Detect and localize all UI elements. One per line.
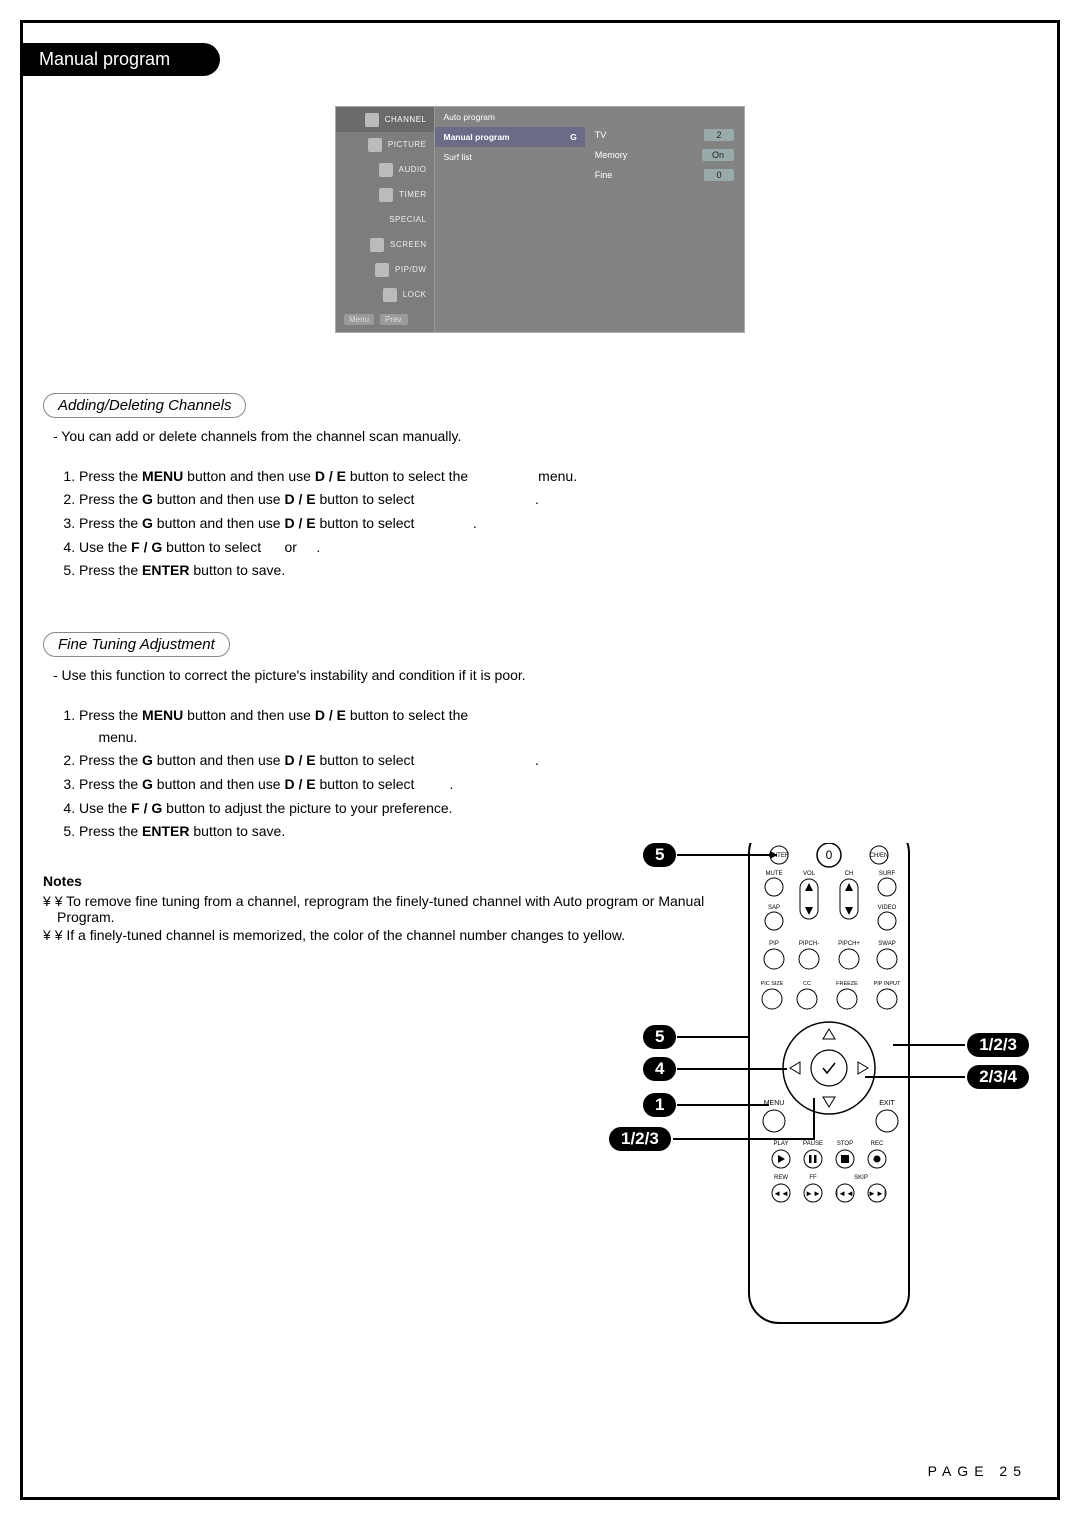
osd-fine-row: Fine0: [595, 165, 734, 185]
screen-icon: [370, 238, 384, 252]
section2-steps: Press the MENU button and then use D / E…: [53, 705, 743, 843]
section1-head: Adding/Deleting Channels: [43, 393, 246, 418]
lock-icon: [383, 288, 397, 302]
svg-text:EXIT: EXIT: [879, 1100, 895, 1107]
osd-cat-timer: TIMER: [336, 182, 434, 207]
timer-icon: [379, 188, 393, 202]
svg-text:PIC SIZE: PIC SIZE: [761, 981, 784, 987]
page-title: Manual program: [23, 43, 220, 76]
osd-tv-row: TV2: [595, 125, 734, 145]
audio-icon: [379, 163, 393, 177]
section-adding-deleting: Adding/Deleting Channels - You can add o…: [43, 383, 743, 582]
section1-steps: Press the MENU button and then use D / E…: [53, 466, 743, 582]
section2-intro: - Use this function to correct the pictu…: [53, 665, 743, 687]
callout-123-right: 1/2/3: [967, 1033, 1029, 1057]
osd-menu: CHANNEL PICTURE AUDIO TIMER SPECIAL SCRE…: [335, 106, 745, 333]
step: Press the ENTER button to save.: [79, 560, 743, 582]
step: Press the MENU button and then use D / E…: [79, 466, 743, 488]
osd-cat-screen: SCREEN: [336, 232, 434, 257]
osd-cat-audio: AUDIO: [336, 157, 434, 182]
callout-5-top: 5: [643, 843, 676, 867]
callout-123-left: 1/2/3: [609, 1127, 671, 1151]
step: Use the F / G button to select or .: [79, 537, 743, 559]
osd-memory-row: MemoryOn: [595, 145, 734, 165]
svg-text:SKIP: SKIP: [854, 1175, 868, 1181]
callout-4: 4: [643, 1057, 676, 1081]
svg-text:PIP INPUT: PIP INPUT: [874, 981, 901, 987]
remote-diagram: 5 5 4 1 1/2/3 1/2/3 2/3/4 ENTER 0 CH/EN: [609, 843, 1029, 1363]
channel-icon: [365, 113, 379, 127]
svg-text:CH/EN: CH/EN: [870, 853, 889, 859]
arrow-line: [677, 1036, 749, 1038]
osd-cat-channel: CHANNEL: [336, 107, 434, 132]
osd-left-col: CHANNEL PICTURE AUDIO TIMER SPECIAL SCRE…: [336, 107, 435, 332]
arrow-line: [673, 1138, 813, 1140]
osd-cat-picture: PICTURE: [336, 132, 434, 157]
arrow-line-v: [813, 1098, 815, 1140]
step: Use the F / G button to adjust the pictu…: [79, 798, 743, 820]
svg-text:VOL: VOL: [803, 871, 816, 877]
arrow-line: [677, 1068, 787, 1070]
svg-text:VIDEO: VIDEO: [878, 905, 897, 911]
page: Manual program CHANNEL PICTURE AUDIO TIM…: [20, 20, 1060, 1500]
page-number: PAGE 25: [928, 1463, 1027, 1479]
callout-5-mid: 5: [643, 1025, 676, 1049]
step: Press the G button and then use D / E bu…: [79, 489, 743, 511]
svg-text:SWAP: SWAP: [878, 941, 895, 947]
arrow-line: [677, 1104, 769, 1106]
svg-text:PAUSE: PAUSE: [803, 1141, 823, 1147]
section2-head: Fine Tuning Adjustment: [43, 632, 230, 657]
svg-text:►►|: ►►|: [868, 1189, 886, 1198]
svg-text:PIP: PIP: [769, 941, 779, 947]
svg-text:◄◄: ◄◄: [773, 1189, 789, 1198]
section-fine-tuning: Fine Tuning Adjustment - Use this functi…: [43, 622, 743, 843]
arrow-line: [893, 1044, 965, 1046]
step: Press the ENTER button to save.: [79, 821, 743, 843]
osd-cat-pipdw: PIP/DW: [336, 257, 434, 282]
osd-auto-program: Auto program: [435, 107, 584, 127]
svg-text:PIPCH-: PIPCH-: [799, 941, 819, 947]
osd-mid-col: Auto program Manual programG Surf list: [435, 107, 584, 332]
svg-text:CH: CH: [845, 871, 854, 877]
osd-right-col: TV2 MemoryOn Fine0: [585, 107, 744, 332]
svg-text:MUTE: MUTE: [766, 871, 783, 877]
svg-text:STOP: STOP: [837, 1141, 853, 1147]
svg-text:|◄◄: |◄◄: [836, 1189, 854, 1198]
svg-text:SURF: SURF: [879, 871, 896, 877]
svg-text:CC: CC: [803, 981, 811, 987]
osd-surf-list: Surf list: [435, 147, 584, 167]
step: Press the MENU button and then use D / E…: [79, 705, 743, 748]
svg-text:►►: ►►: [805, 1189, 821, 1198]
svg-text:PLAY: PLAY: [774, 1141, 789, 1147]
step: Press the G button and then use D / E bu…: [79, 774, 743, 796]
osd-manual-program: Manual programG: [435, 127, 584, 147]
callout-234-right: 2/3/4: [967, 1065, 1029, 1089]
callout-1: 1: [643, 1093, 676, 1117]
svg-text:REW: REW: [774, 1175, 788, 1181]
svg-text:FF: FF: [809, 1175, 817, 1181]
osd-cat-special: SPECIAL: [336, 207, 434, 232]
svg-text:0: 0: [826, 848, 833, 862]
svg-text:REC: REC: [871, 1141, 884, 1147]
pip-icon: [375, 263, 389, 277]
osd-menu-prev: MenuPrev.: [336, 307, 434, 332]
svg-text:SAP: SAP: [768, 905, 780, 911]
svg-text:FREEZE: FREEZE: [836, 981, 858, 987]
arrow-line: [865, 1076, 965, 1078]
svg-text:PIPCH+: PIPCH+: [838, 941, 860, 947]
arrow-line: [677, 854, 777, 856]
step: Press the G button and then use D / E bu…: [79, 750, 743, 772]
picture-icon: [368, 138, 382, 152]
step: Press the G button and then use D / E bu…: [79, 513, 743, 535]
osd-cat-lock: LOCK: [336, 282, 434, 307]
section1-intro: - You can add or delete channels from th…: [53, 426, 743, 448]
